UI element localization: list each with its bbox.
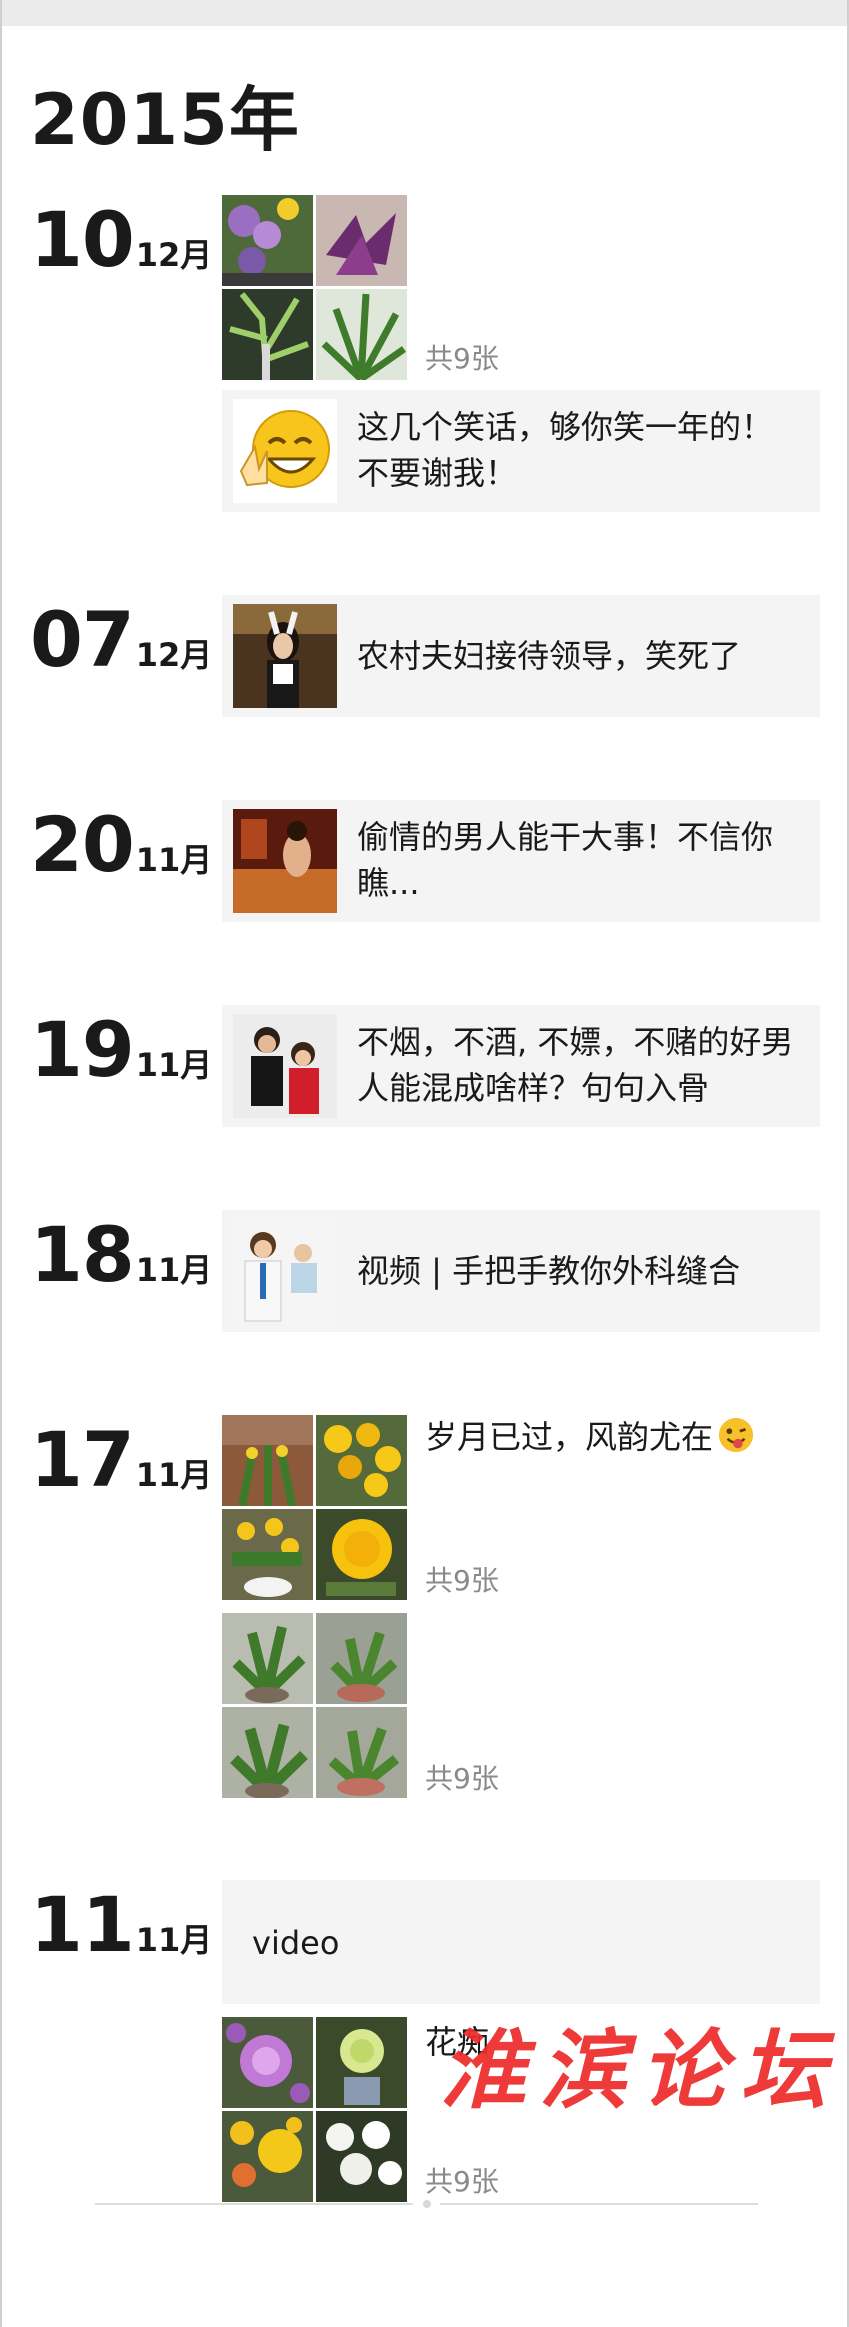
photo-thumbnail[interactable] — [316, 195, 407, 286]
photo-thumbnail[interactable] — [222, 1509, 313, 1600]
entry-day: 10 — [30, 195, 135, 284]
entry-date: 1911月 — [30, 1005, 212, 1095]
photo-thumbnail[interactable] — [316, 1613, 407, 1704]
photo-thumbnail[interactable] — [316, 2111, 407, 2202]
footer-dot — [423, 2200, 431, 2208]
photo-grid[interactable] — [222, 195, 407, 380]
entry-day: 20 — [30, 800, 135, 889]
photo-grid[interactable] — [222, 1415, 407, 1600]
photo-grid[interactable] — [222, 2017, 407, 2202]
photo-thumbnail[interactable] — [222, 1415, 313, 1506]
card-title: 农村夫妇接待领导，笑死了 — [357, 637, 742, 675]
top-status-bar — [0, 0, 849, 26]
video-card[interactable]: video — [222, 1880, 820, 2004]
card-title: 偷情的男人能干大事！不信你瞧... — [357, 818, 774, 902]
entry-date: 1111月 — [30, 1880, 212, 1970]
photo-thumbnail[interactable] — [222, 1707, 313, 1798]
photo-thumbnail[interactable] — [316, 2017, 407, 2108]
smiley-face-icon — [233, 399, 337, 503]
entry-month: 11月 — [135, 1046, 213, 1084]
entry-date: 1811月 — [30, 1210, 212, 1300]
entry-day: 11 — [30, 1880, 135, 1969]
card-title: 视频 | 手把手教你外科缝合 — [357, 1252, 741, 1290]
watermark-text: 淮滨论坛 — [440, 2020, 840, 2121]
article-thumbnail — [233, 1014, 337, 1118]
photo-count: 共9张 — [425, 342, 499, 375]
entry-month: 12月 — [135, 236, 213, 274]
entry-month: 11月 — [135, 1456, 213, 1494]
photo-thumbnail[interactable] — [316, 1707, 407, 1798]
entry-month: 11月 — [135, 1921, 213, 1959]
photo-count: 共9张 — [425, 1762, 499, 1795]
article-thumbnail — [233, 809, 337, 913]
post-caption: 岁月已过，风韵尤在 — [425, 1418, 714, 1456]
video-label: video — [252, 1924, 340, 1962]
photo-count: 共9张 — [425, 1564, 499, 1597]
entry-day: 19 — [30, 1005, 135, 1094]
entry-month: 11月 — [135, 1251, 213, 1289]
photo-count: 共9张 — [425, 2165, 499, 2198]
entry-month: 12月 — [135, 636, 213, 674]
entry-day: 18 — [30, 1210, 135, 1299]
card-title: 不烟，不酒, 不嫖，不赌的好男人能混成啥样？句句入骨 — [357, 1023, 794, 1107]
shared-article-card[interactable]: 不烟，不酒, 不嫖，不赌的好男人能混成啥样？句句入骨 — [222, 1005, 820, 1127]
year-header: 2015年 — [30, 79, 300, 161]
photo-thumbnail[interactable] — [222, 195, 313, 286]
shared-article-card[interactable]: 视频 | 手把手教你外科缝合 — [222, 1210, 820, 1332]
footer-divider-left — [95, 2203, 413, 2205]
photo-grid[interactable] — [222, 1613, 407, 1798]
shared-article-card[interactable]: 偷情的男人能干大事！不信你瞧... — [222, 800, 820, 922]
card-title: 这几个笑话，够你笑一年的！不要谢我！ — [357, 408, 774, 492]
entry-day: 07 — [30, 595, 135, 684]
entry-date: 1711月 — [30, 1415, 212, 1505]
post-text: 岁月已过，风韵尤在 — [425, 1415, 755, 1459]
photo-thumbnail[interactable] — [222, 289, 313, 380]
photo-thumbnail[interactable] — [222, 2111, 313, 2202]
article-thumbnail — [233, 604, 337, 708]
shared-article-card[interactable]: 这几个笑话，够你笑一年的！不要谢我！ — [222, 390, 820, 512]
photo-thumbnail[interactable] — [222, 1613, 313, 1704]
photo-thumbnail[interactable] — [316, 289, 407, 380]
left-border — [0, 0, 2, 2327]
entry-month: 11月 — [135, 841, 213, 879]
entry-day: 17 — [30, 1415, 135, 1504]
entry-date: 1012月 — [30, 195, 212, 285]
photo-thumbnail[interactable] — [316, 1415, 407, 1506]
footer-divider-right — [440, 2203, 758, 2205]
entry-date: 0712月 — [30, 595, 212, 685]
article-thumbnail — [233, 1219, 337, 1323]
shared-article-card[interactable]: 农村夫妇接待领导，笑死了 — [222, 595, 820, 717]
photo-thumbnail[interactable] — [222, 2017, 313, 2108]
winking-tongue-emoji-icon — [718, 1417, 754, 1453]
photo-thumbnail[interactable] — [316, 1509, 407, 1600]
entry-date: 2011月 — [30, 800, 212, 890]
